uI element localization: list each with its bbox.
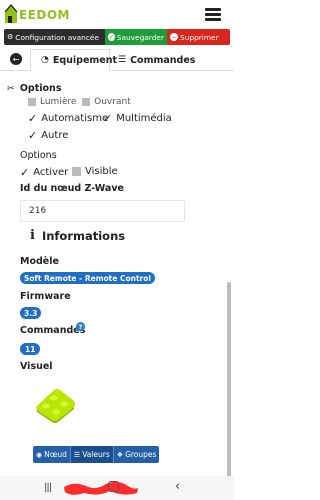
visible-checkbox[interactable]: Visible	[72, 166, 118, 177]
advanced-config-label: Configuration avancée	[15, 32, 100, 42]
cogs-icon: ⚙	[7, 33, 14, 41]
delete-label: Supprimer	[180, 32, 219, 42]
zwave-id-field[interactable]: 216	[20, 200, 185, 222]
model-label: Modèle	[20, 256, 59, 267]
category-automatisme[interactable]: ✓ Automatisme	[28, 112, 108, 125]
top-bar: EEDOM	[0, 0, 234, 28]
advanced-config-button[interactable]: ⚙ Configuration avancée	[4, 29, 105, 45]
home-icon[interactable]	[108, 481, 119, 492]
equipment-panel[interactable]: ✂ Options Lumière Ouvrant ✓ Automatisme …	[0, 74, 234, 476]
checkbox[interactable]	[82, 97, 91, 106]
action-bar: ⚙ Configuration avancée ✓ Sauvegarder − …	[4, 29, 230, 45]
groups-button[interactable]: ❖ Groupes	[114, 446, 160, 463]
options-heading: ✂ Options	[7, 83, 62, 94]
values-button[interactable]: ☰ Valeurs	[70, 446, 114, 463]
options-label: Options	[20, 150, 57, 161]
house-logo-icon	[4, 4, 18, 23]
delete-button[interactable]: − Supprimer	[167, 29, 230, 45]
save-label: Sauvegarder	[116, 32, 164, 42]
informations-heading: i Informations	[30, 228, 126, 243]
back-icon[interactable]: ‹	[175, 479, 180, 494]
back-arrow-icon[interactable]: ←	[10, 53, 22, 65]
menu-icon[interactable]	[205, 8, 221, 21]
globe-icon: ◉	[36, 450, 43, 459]
check-icon: ✓	[103, 112, 113, 125]
commands-count-badge: 11	[20, 343, 41, 355]
check-icon: ✓	[28, 129, 38, 142]
tab-equipment-label: Equipement	[52, 54, 118, 66]
tachometer-icon: ◔	[41, 55, 49, 65]
list-icon: ☰	[118, 55, 127, 65]
wrench-icon: ✂	[7, 84, 15, 94]
node-button[interactable]: ◉ Nœud	[33, 446, 71, 463]
tab-equipment[interactable]: ◔ Equipement	[30, 49, 117, 71]
firmware-label: Firmware	[20, 291, 71, 302]
category-multimedia[interactable]: ✓ Multimédia	[103, 112, 172, 125]
scrollbar[interactable]	[227, 282, 231, 476]
info-icon: i	[30, 228, 35, 243]
category-autre[interactable]: ✓ Autre	[28, 129, 68, 142]
checkbox[interactable]	[28, 97, 36, 106]
tab-commands-label: Commandes	[130, 54, 196, 66]
check-circle-icon: ✓	[108, 33, 115, 41]
question-icon[interactable]: ?	[76, 322, 85, 331]
list-icon: ☰	[73, 450, 81, 459]
jeedom-logo[interactable]: EEDOM	[4, 2, 70, 26]
zwave-tools-bar: ◉ Nœud ☰ Valeurs ❖ Groupes	[33, 446, 160, 463]
system-nav-bar: ||| ‹	[0, 476, 234, 500]
firmware-badge: 3.3	[20, 307, 42, 319]
model-badge: Soft Remote - Remote Control	[20, 272, 155, 284]
zwave-label: Id du nœud Z-Wave	[20, 183, 124, 194]
recent-apps-icon[interactable]: |||	[44, 482, 52, 493]
check-icon: ✓	[28, 112, 38, 125]
device-image	[36, 389, 75, 423]
layers-icon: ❖	[116, 450, 124, 459]
minus-circle-icon: −	[170, 33, 178, 41]
check-icon: ✓	[20, 166, 30, 179]
tab-bar: ← ◔ Equipement ☰ Commandes	[0, 49, 234, 71]
red-scribble	[64, 481, 138, 495]
tab-commands[interactable]: ☰ Commandes	[116, 49, 195, 71]
checkbox	[72, 167, 81, 176]
visual-label: Visuel	[20, 361, 53, 372]
logo-text: EEDOM	[19, 8, 70, 22]
save-button[interactable]: ✓ Sauvegarder	[105, 29, 167, 45]
activer-checkbox[interactable]: ✓ Activer	[20, 166, 68, 179]
partial-category-row: Lumière Ouvrant	[28, 97, 131, 106]
